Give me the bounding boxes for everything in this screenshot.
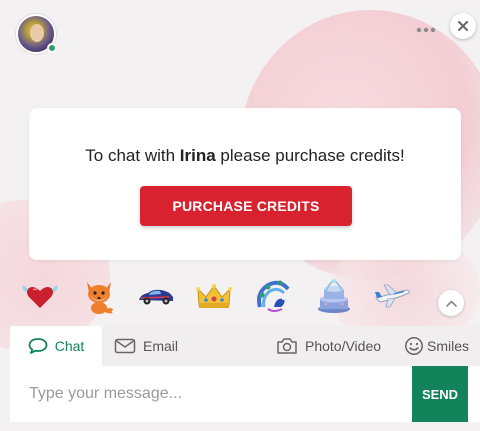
tab-chat[interactable]: Chat bbox=[10, 326, 102, 366]
gift-peacock[interactable] bbox=[254, 276, 294, 316]
tab-smiles-label: Smiles bbox=[427, 338, 470, 354]
gift-heart-wings[interactable] bbox=[20, 276, 60, 316]
purchase-credits-message: To chat with Irina please purchase credi… bbox=[29, 146, 461, 166]
fountain-icon bbox=[318, 279, 350, 313]
tab-chat-label: Chat bbox=[54, 338, 85, 354]
message-input[interactable] bbox=[10, 366, 410, 422]
purchase-credits-card: To chat with Irina please purchase credi… bbox=[29, 108, 461, 260]
gifts-row bbox=[18, 276, 458, 320]
gifts-scroll-up-button[interactable] bbox=[438, 290, 464, 316]
sports-car-icon bbox=[139, 289, 173, 305]
contact-name: Irina bbox=[179, 146, 216, 165]
message-composer: SEND bbox=[10, 366, 480, 422]
gift-sports-car[interactable] bbox=[136, 276, 176, 316]
chat-bubble-icon bbox=[28, 338, 48, 354]
fox-icon bbox=[87, 282, 115, 314]
gift-fox[interactable] bbox=[79, 276, 119, 316]
smiley-icon bbox=[405, 337, 423, 355]
gift-fountain[interactable] bbox=[314, 276, 354, 316]
message-text-before: To chat with bbox=[85, 146, 180, 165]
tab-photo-video[interactable]: Photo/Video bbox=[276, 326, 381, 366]
message-text-after: please purchase credits! bbox=[215, 146, 405, 165]
close-icon bbox=[458, 21, 468, 31]
tab-email-label: Email bbox=[143, 338, 179, 354]
gift-crown[interactable] bbox=[194, 276, 234, 316]
purchase-credits-button[interactable]: PURCHASE CREDITS bbox=[140, 186, 352, 226]
chat-window: To chat with Irina please purchase credi… bbox=[0, 0, 480, 431]
more-horizontal-icon bbox=[416, 27, 436, 33]
send-button[interactable]: SEND bbox=[412, 366, 468, 422]
more-options-button[interactable] bbox=[412, 20, 440, 40]
peacock-icon bbox=[257, 280, 290, 312]
heart-wings-icon bbox=[22, 285, 58, 308]
close-button[interactable] bbox=[450, 13, 476, 39]
composer-tabs: Chat Email Photo/Video Smiles bbox=[10, 326, 480, 366]
tab-email[interactable]: Email bbox=[114, 326, 178, 366]
gift-airplane[interactable] bbox=[372, 276, 412, 316]
camera-icon bbox=[277, 338, 297, 354]
tab-smiles[interactable]: Smiles bbox=[404, 326, 469, 366]
tab-photo-video-label: Photo/Video bbox=[305, 338, 382, 354]
chevron-up-icon bbox=[445, 300, 457, 307]
online-status-indicator bbox=[47, 43, 57, 53]
airplane-icon bbox=[375, 284, 410, 308]
envelope-icon bbox=[114, 338, 136, 354]
crown-icon bbox=[196, 283, 232, 308]
avatar-face bbox=[30, 24, 44, 42]
